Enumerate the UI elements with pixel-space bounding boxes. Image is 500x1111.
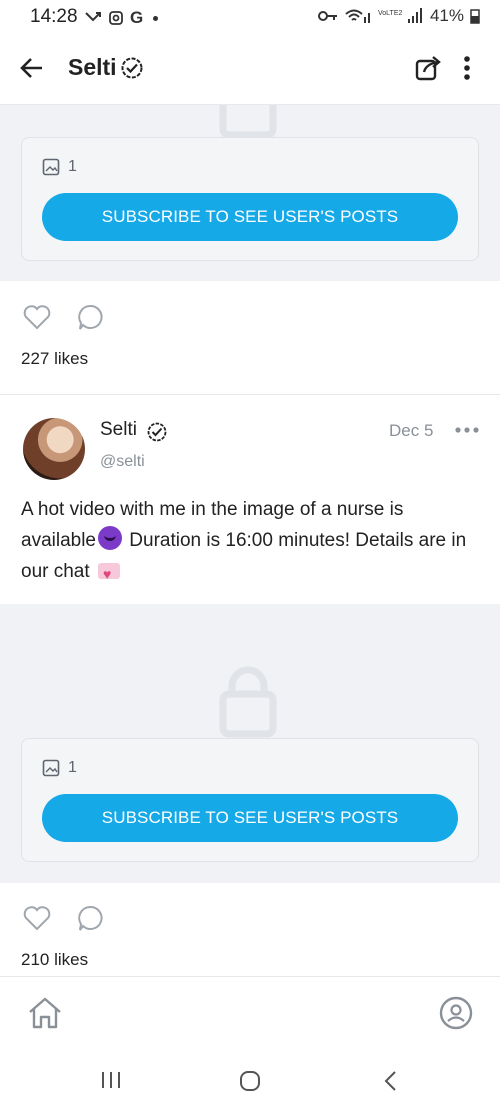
system-nav-bar bbox=[0, 1050, 500, 1111]
status-bar: 14:28 G VoLTE2 41% bbox=[0, 0, 500, 34]
locked-post-card: 1 SUBSCRIBE TO SEE USER'S POSTS bbox=[21, 137, 479, 261]
lte-signal-icon: VoLTE2 bbox=[378, 8, 422, 23]
devil-emoji-icon bbox=[98, 526, 122, 550]
status-time: 14:28 bbox=[30, 6, 78, 27]
image-icon bbox=[42, 759, 60, 777]
verified-badge-icon bbox=[121, 57, 143, 79]
home-button-icon[interactable] bbox=[239, 1070, 261, 1092]
likes-count[interactable]: 227 likes bbox=[21, 349, 88, 369]
instagram-icon bbox=[109, 11, 123, 25]
media-count-value: 1 bbox=[68, 759, 77, 776]
more-options-icon[interactable] bbox=[462, 54, 472, 82]
share-icon[interactable] bbox=[414, 54, 442, 82]
like-heart-icon[interactable] bbox=[22, 303, 52, 331]
wifi-signal-icon bbox=[345, 9, 370, 23]
home-icon[interactable] bbox=[26, 995, 64, 1031]
bottom-nav bbox=[0, 976, 500, 1051]
subscribe-button[interactable]: SUBSCRIBE TO SEE USER'S POSTS bbox=[42, 794, 458, 842]
avatar[interactable] bbox=[23, 418, 85, 480]
comment-icon[interactable] bbox=[76, 303, 104, 331]
post-more-icon[interactable] bbox=[455, 425, 479, 435]
google-icon: G bbox=[130, 8, 144, 27]
media-count: 1 bbox=[42, 759, 77, 777]
battery-percent: 41% bbox=[429, 6, 464, 25]
status-left-icons: G bbox=[84, 8, 159, 28]
profile-icon[interactable] bbox=[438, 995, 474, 1031]
lock-icon bbox=[219, 666, 277, 738]
like-heart-icon[interactable] bbox=[22, 904, 52, 932]
vpn-key-icon bbox=[317, 11, 337, 21]
divider bbox=[0, 394, 500, 395]
post-actions bbox=[22, 303, 104, 331]
image-icon bbox=[42, 158, 60, 176]
battery-icon bbox=[470, 9, 480, 24]
media-count-value: 1 bbox=[68, 158, 77, 175]
missed-call-icon bbox=[85, 12, 101, 22]
back-arrow-icon[interactable] bbox=[18, 54, 46, 82]
post-date[interactable]: Dec 5 bbox=[389, 421, 433, 441]
verified-badge-icon bbox=[147, 422, 167, 442]
post-actions bbox=[22, 904, 104, 932]
lock-icon bbox=[219, 105, 277, 137]
comment-icon[interactable] bbox=[76, 904, 104, 932]
locked-media-area: 1 SUBSCRIBE TO SEE USER'S POSTS bbox=[0, 604, 500, 883]
top-app-bar: Selti bbox=[0, 34, 500, 105]
locked-media-area: 1 SUBSCRIBE TO SEE USER'S POSTS bbox=[0, 105, 500, 281]
back-button-icon[interactable] bbox=[382, 1070, 398, 1092]
post-text: A hot video with me in the image of a nu… bbox=[21, 494, 481, 590]
page-title: Selti bbox=[68, 54, 117, 80]
post-author-name[interactable]: Selti bbox=[100, 419, 137, 441]
heart-emoji-icon bbox=[97, 559, 120, 590]
media-count: 1 bbox=[42, 158, 77, 176]
status-right-icons: VoLTE2 41% bbox=[317, 6, 480, 26]
post-author-handle[interactable]: @selti bbox=[100, 453, 145, 471]
recent-apps-icon[interactable] bbox=[100, 1070, 122, 1090]
likes-count[interactable]: 210 likes bbox=[21, 950, 88, 970]
svg-text:VoLTE2: VoLTE2 bbox=[378, 10, 402, 17]
notification-dot-icon bbox=[153, 15, 159, 21]
subscribe-button[interactable]: SUBSCRIBE TO SEE USER'S POSTS bbox=[42, 193, 458, 241]
locked-post-card: 1 SUBSCRIBE TO SEE USER'S POSTS bbox=[21, 738, 479, 862]
